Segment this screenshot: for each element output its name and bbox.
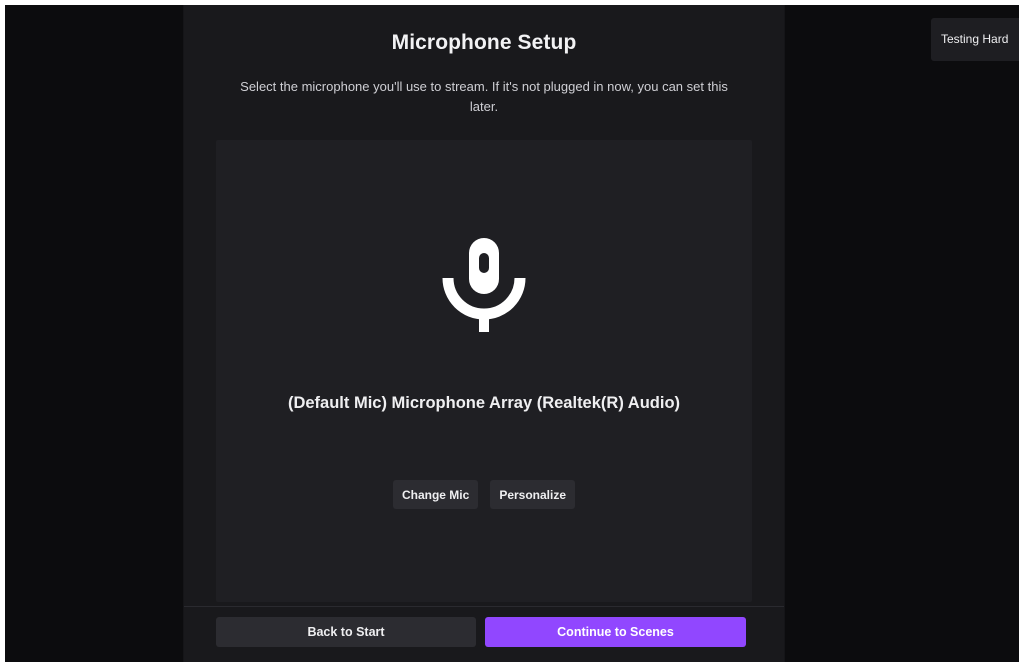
footer-divider bbox=[184, 606, 784, 607]
microphone-card: (Default Mic) Microphone Array (Realtek(… bbox=[216, 140, 752, 602]
personalize-button[interactable]: Personalize bbox=[490, 480, 576, 509]
microphone-icon bbox=[442, 238, 526, 332]
selected-mic-name: (Default Mic) Microphone Array (Realtek(… bbox=[287, 394, 681, 412]
page-title: Microphone Setup bbox=[391, 31, 577, 54]
continue-to-scenes-button[interactable]: Continue to Scenes bbox=[485, 617, 746, 647]
microphone-setup-dialog: Microphone Setup Select the microphone y… bbox=[183, 5, 785, 662]
app-background: Microphone Setup Select the microphone y… bbox=[5, 5, 1019, 662]
change-mic-button[interactable]: Change Mic bbox=[392, 480, 479, 509]
mic-actions: Change Mic Personalize bbox=[216, 480, 752, 509]
back-to-start-button[interactable]: Back to Start bbox=[216, 617, 476, 647]
testing-hardware-tab[interactable]: Testing Hard bbox=[931, 18, 1019, 61]
page-subtitle: Select the microphone you'll use to stre… bbox=[240, 79, 728, 114]
